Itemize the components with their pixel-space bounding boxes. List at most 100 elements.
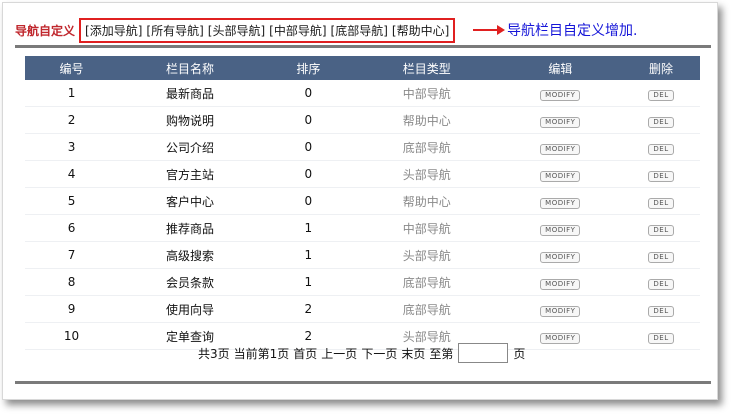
pager-current: 当前第1页 — [233, 346, 290, 361]
nav-link-bottom[interactable]: [底部导航] — [331, 22, 388, 39]
cell-edit: MODIFY — [498, 214, 623, 242]
table-row: 5 客户中心 0 帮助中心 MODIFY DEL — [25, 187, 700, 215]
modify-button[interactable]: MODIFY — [540, 305, 581, 317]
cell-delete: DEL — [622, 106, 700, 134]
table-row: 8 会员条款 1 底部导航 MODIFY DEL — [25, 268, 700, 296]
table-row: 1 最新商品 0 中部导航 MODIFY DEL — [25, 80, 700, 107]
cell-id: 3 — [25, 133, 119, 161]
cell-name: 公司介绍 — [118, 133, 262, 161]
annotation-text: 导航栏目自定义增加. — [507, 23, 638, 39]
cell-type: 帮助中心 — [354, 187, 499, 215]
cell-edit: MODIFY — [498, 80, 623, 107]
table-row: 3 公司介绍 0 底部导航 MODIFY DEL — [25, 133, 700, 161]
col-header-type: 栏目类型 — [354, 56, 499, 80]
cell-delete: DEL — [622, 268, 700, 296]
col-header-name: 栏目名称 — [118, 56, 262, 80]
table-row: 7 高级搜索 1 头部导航 MODIFY DEL — [25, 241, 700, 269]
cell-edit: MODIFY — [498, 187, 623, 215]
pager-next-link[interactable]: 下一页 — [361, 345, 397, 362]
cell-edit: MODIFY — [498, 106, 623, 134]
cell-name: 会员条款 — [118, 268, 262, 296]
cell-edit: MODIFY — [498, 241, 623, 269]
delete-button[interactable]: DEL — [648, 170, 674, 182]
cell-type: 底部导航 — [354, 268, 499, 296]
cell-type: 中部导航 — [354, 80, 499, 107]
table-header-row: 编号 栏目名称 排序 栏目类型 编辑 删除 — [25, 56, 700, 80]
modify-button[interactable]: MODIFY — [540, 224, 581, 236]
cell-sort: 2 — [261, 295, 355, 323]
cell-name: 购物说明 — [118, 106, 262, 134]
cell-delete: DEL — [622, 187, 700, 215]
top-divider — [15, 45, 711, 48]
cell-sort: 0 — [261, 133, 355, 161]
cell-id: 1 — [25, 80, 119, 107]
cell-id: 10 — [25, 322, 119, 350]
modify-button[interactable]: MODIFY — [540, 143, 581, 155]
delete-button[interactable]: DEL — [648, 143, 674, 155]
cell-id: 5 — [25, 187, 119, 215]
table-row: 6 推荐商品 1 中部导航 MODIFY DEL — [25, 214, 700, 242]
cell-name: 高级搜索 — [118, 241, 262, 269]
cell-id: 8 — [25, 268, 119, 296]
cell-sort: 0 — [261, 187, 355, 215]
nav-link-add[interactable]: [添加导航] — [85, 22, 142, 39]
table-row: 4 官方主站 0 头部导航 MODIFY DEL — [25, 160, 700, 188]
delete-button[interactable]: DEL — [648, 89, 674, 101]
pager-last-link[interactable]: 末页 — [401, 345, 425, 362]
cell-id: 9 — [25, 295, 119, 323]
cell-delete: DEL — [622, 160, 700, 188]
page-title: 导航自定义 — [15, 23, 76, 38]
content-panel: 导航自定义 [添加导航] [所有导航] [头部导航] [中部导航] [底部导航]… — [2, 2, 718, 400]
delete-button[interactable]: DEL — [648, 332, 674, 344]
nav-toolbar: 导航自定义 [添加导航] [所有导航] [头部导航] [中部导航] [底部导航]… — [15, 17, 456, 43]
table-row: 2 购物说明 0 帮助中心 MODIFY DEL — [25, 106, 700, 134]
delete-button[interactable]: DEL — [648, 224, 674, 236]
cell-sort: 1 — [261, 214, 355, 242]
pager-goto-suffix: 页 — [513, 346, 526, 361]
modify-button[interactable]: MODIFY — [540, 170, 581, 182]
cell-delete: DEL — [622, 322, 700, 350]
annotation-callout: 导航栏目自定义增加. — [473, 20, 637, 40]
modify-button[interactable]: MODIFY — [540, 332, 581, 344]
nav-link-help[interactable]: [帮助中心] — [392, 22, 449, 39]
bottom-divider — [15, 381, 711, 384]
pager-goto-prefix: 至第 — [429, 346, 454, 361]
pagination: 共3页 当前第1页 首页 上一页 下一页 末页 至第 页 — [198, 343, 525, 363]
cell-type: 头部导航 — [354, 241, 499, 269]
modify-button[interactable]: MODIFY — [540, 197, 581, 209]
pager-first-link[interactable]: 首页 — [293, 345, 317, 362]
modify-button[interactable]: MODIFY — [540, 89, 581, 101]
cell-type: 帮助中心 — [354, 106, 499, 134]
delete-button[interactable]: DEL — [648, 278, 674, 290]
cell-edit: MODIFY — [498, 133, 623, 161]
cell-id: 6 — [25, 214, 119, 242]
cell-name: 推荐商品 — [118, 214, 262, 242]
col-header-id: 编号 — [25, 56, 119, 80]
delete-button[interactable]: DEL — [648, 251, 674, 263]
pager-prev-link[interactable]: 上一页 — [321, 345, 357, 362]
delete-button[interactable]: DEL — [648, 197, 674, 209]
delete-button[interactable]: DEL — [648, 116, 674, 128]
cell-type: 底部导航 — [354, 295, 499, 323]
nav-link-all[interactable]: [所有导航] — [146, 22, 203, 39]
col-header-edit: 编辑 — [498, 56, 623, 80]
nav-link-top[interactable]: [头部导航] — [208, 22, 265, 39]
table-row: 9 使用向导 2 底部导航 MODIFY DEL — [25, 295, 700, 323]
modify-button[interactable]: MODIFY — [540, 278, 581, 290]
cell-delete: DEL — [622, 133, 700, 161]
cell-type: 中部导航 — [354, 214, 499, 242]
page-jump-input[interactable] — [458, 343, 509, 363]
cell-id: 4 — [25, 160, 119, 188]
cell-sort: 0 — [261, 80, 355, 107]
cell-delete: DEL — [622, 80, 700, 107]
delete-button[interactable]: DEL — [648, 305, 674, 317]
col-header-sort: 排序 — [261, 56, 355, 80]
modify-button[interactable]: MODIFY — [540, 116, 581, 128]
cell-sort: 1 — [261, 241, 355, 269]
modify-button[interactable]: MODIFY — [540, 251, 581, 263]
nav-link-middle[interactable]: [中部导航] — [269, 22, 326, 39]
cell-id: 7 — [25, 241, 119, 269]
cell-delete: DEL — [622, 295, 700, 323]
cell-name: 客户中心 — [118, 187, 262, 215]
nav-link-group: [添加导航] [所有导航] [头部导航] [中部导航] [底部导航] [帮助中心… — [79, 17, 456, 43]
